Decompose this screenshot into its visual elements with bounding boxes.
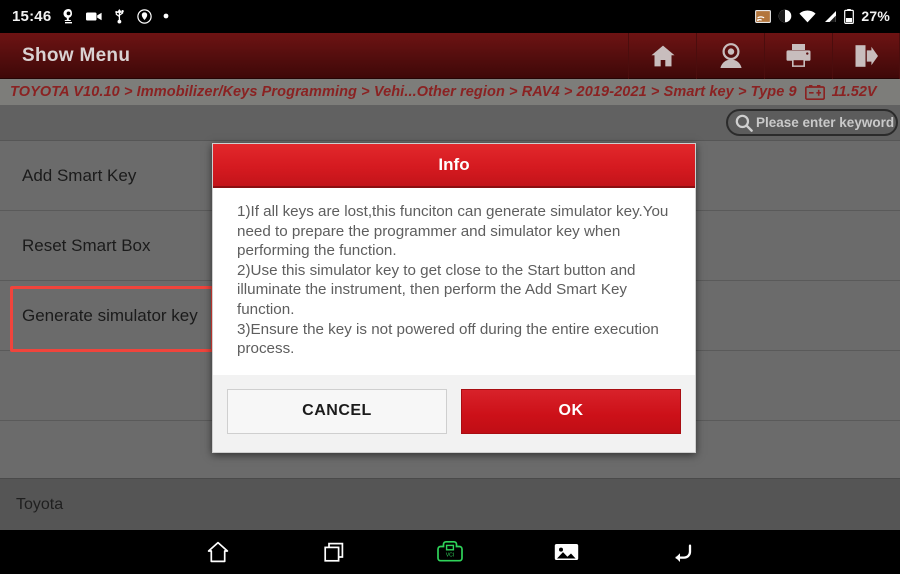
- nav-vci-button[interactable]: VCI: [425, 530, 475, 574]
- dialog-body: 1)If all keys are lost,this funciton can…: [213, 188, 695, 375]
- cancel-button[interactable]: CANCEL: [227, 388, 447, 434]
- nav-home-button[interactable]: [193, 530, 243, 574]
- info-dialog: Info 1)If all keys are lost,this funcito…: [212, 143, 696, 453]
- ok-button[interactable]: OK: [461, 388, 681, 434]
- nav-back-icon: [669, 541, 695, 563]
- dialog-actions: CANCEL OK: [213, 374, 695, 452]
- nav-home-icon: [206, 540, 230, 564]
- dialog-scrim: Info 1)If all keys are lost,this funcito…: [0, 0, 900, 574]
- nav-back-button[interactable]: [657, 530, 707, 574]
- nav-recents-icon: [322, 540, 346, 564]
- nav-vci-icon: VCI: [435, 540, 465, 564]
- svg-text:VCI: VCI: [446, 552, 454, 558]
- dialog-line-1: 1)If all keys are lost,this funciton can…: [237, 203, 669, 260]
- dialog-title: Info: [213, 144, 695, 188]
- nav-recents-button[interactable]: [309, 530, 359, 574]
- dialog-line-2: 2)Use this simulator key to get close to…: [237, 261, 636, 319]
- nav-gallery-icon: [554, 541, 579, 563]
- system-navigation-bar: VCI: [0, 530, 900, 574]
- nav-gallery-button[interactable]: [541, 530, 591, 574]
- device-screen: 15:46 27% Show Menu TOYOTA V10.10 > Immo…: [0, 0, 900, 574]
- dialog-line-3: 3)Ensure the key is not powered off duri…: [237, 320, 659, 358]
